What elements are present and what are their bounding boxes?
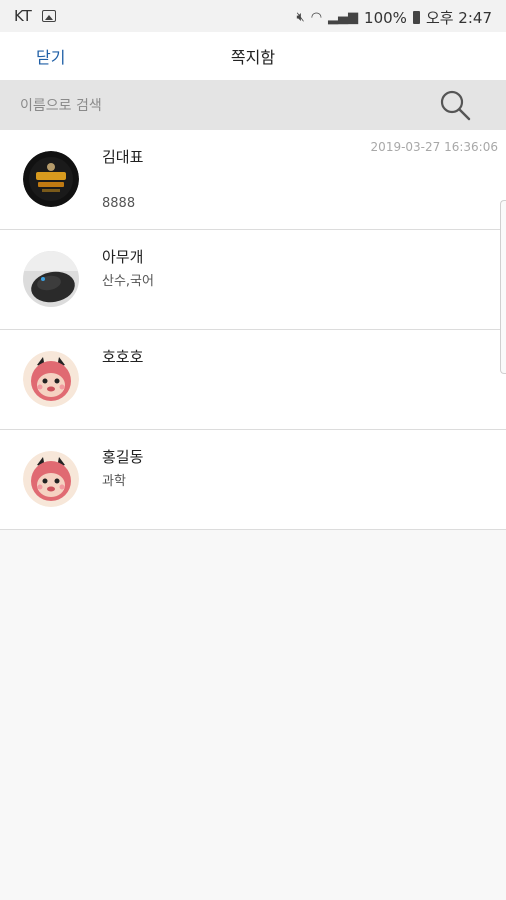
pink-monkey-avatar bbox=[23, 351, 79, 407]
academy-logo-avatar bbox=[23, 151, 79, 207]
wifi-icon: ◠ bbox=[310, 10, 323, 25]
signal-icon: ▂▄▆ bbox=[328, 10, 359, 25]
close-button[interactable]: 닫기 bbox=[36, 44, 65, 68]
message-list: 김대표 8888 2019-03-27 16:36:06 아무개 산수,국어 호… bbox=[0, 130, 506, 530]
sender-name: 호호호 bbox=[102, 348, 144, 366]
list-item[interactable]: 아무개 산수,국어 bbox=[0, 230, 506, 330]
clock: 오후 2:47 bbox=[425, 9, 492, 27]
edge-panel-handle[interactable] bbox=[500, 200, 506, 374]
search-input[interactable] bbox=[18, 92, 422, 120]
pink-monkey-avatar bbox=[23, 451, 79, 507]
search-icon[interactable] bbox=[438, 88, 472, 122]
app-header: 쪽지함 닫기 bbox=[0, 32, 506, 80]
mute-icon: 🔇︎ bbox=[296, 10, 305, 25]
sender-name: 홍길동 bbox=[102, 448, 144, 466]
message-preview: 8888 bbox=[102, 196, 136, 211]
sender-name: 김대표 bbox=[102, 148, 144, 166]
gallery-notification-icon bbox=[41, 10, 56, 22]
page-title: 쪽지함 bbox=[230, 48, 276, 67]
battery-percent: 100% bbox=[364, 8, 407, 27]
list-item[interactable]: 호호호 bbox=[0, 330, 506, 430]
message-timestamp: 2019-03-27 16:36:06 bbox=[370, 140, 498, 154]
list-item[interactable]: 김대표 8888 2019-03-27 16:36:06 bbox=[0, 130, 506, 230]
sender-subjects: 산수,국어 bbox=[102, 274, 154, 289]
sender-subjects: 과학 bbox=[102, 474, 126, 489]
list-item[interactable]: 홍길동 과학 bbox=[0, 430, 506, 530]
status-bar: KT 🔇︎ ◠ ▂▄▆ 100% 오후 2:47 bbox=[0, 0, 506, 32]
carrier-label: KT bbox=[14, 7, 32, 25]
sender-name: 아무개 bbox=[102, 248, 144, 266]
battery-icon bbox=[412, 11, 420, 24]
mouse-photo-avatar bbox=[23, 251, 79, 307]
search-bar bbox=[0, 80, 506, 130]
